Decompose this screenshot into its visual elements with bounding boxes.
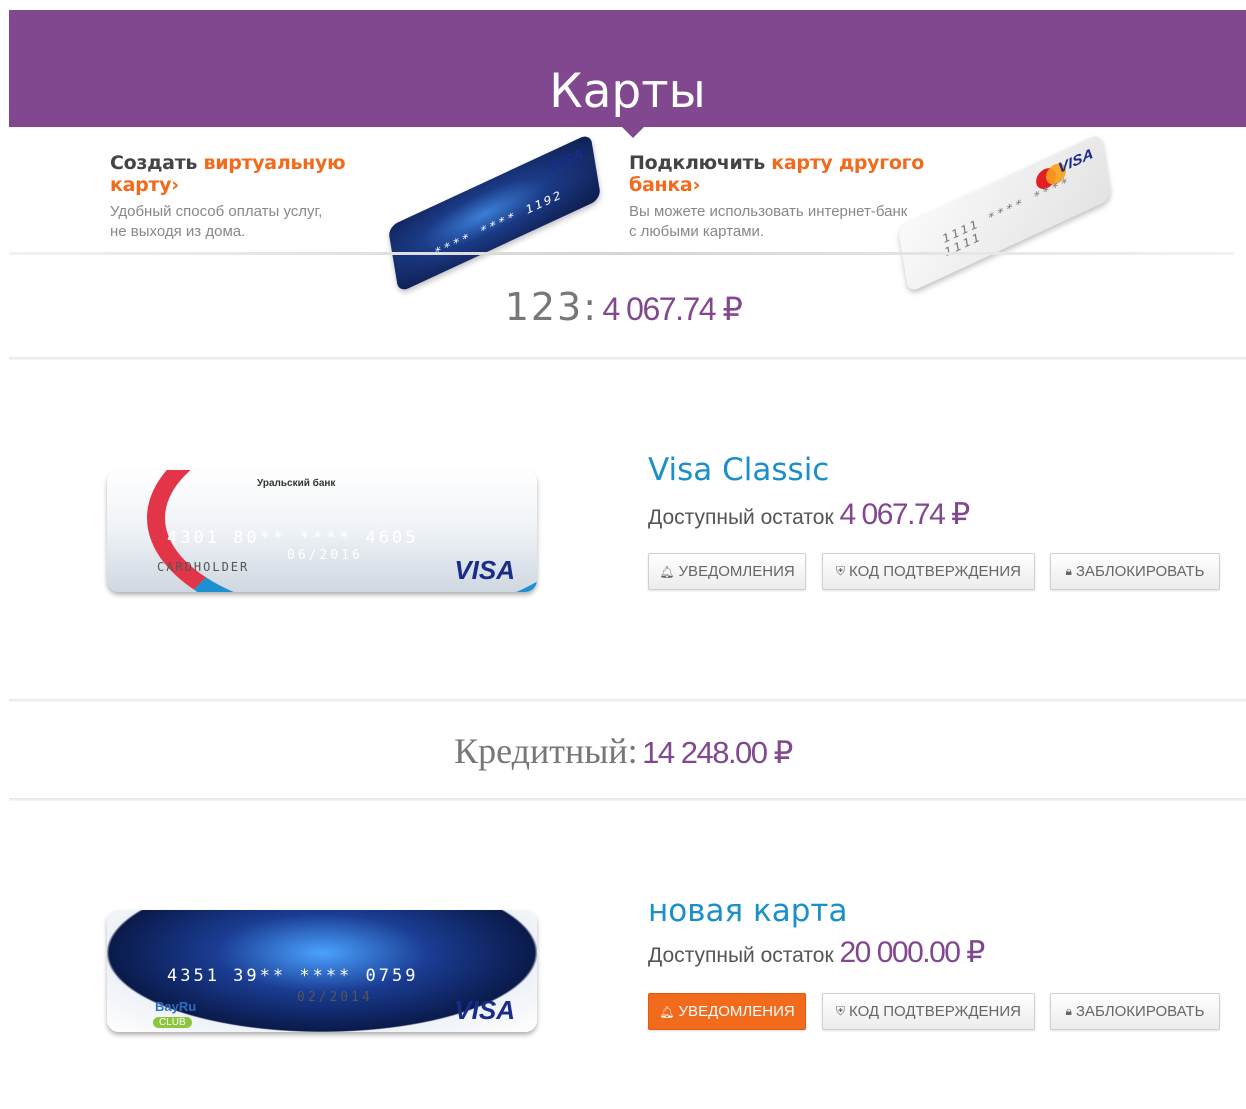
chevron-right-icon: › <box>692 174 700 196</box>
card-name-link[interactable]: новая карта <box>648 893 847 929</box>
card-image[interactable]: 4351 39** **** 0759 02/2014 BayRu CLUB V… <box>107 910 537 1032</box>
lock-icon: 🔒︎ <box>1065 1004 1072 1018</box>
card-expiry: 06/2016 <box>287 548 363 563</box>
other-bank-card-image[interactable]: VISA 1111 **** **** 1111 <box>897 133 1112 293</box>
block-card-button[interactable]: 🔒︎ ЗАБЛОКИРОВАТЬ <box>1050 553 1220 590</box>
balance-amount: 4 067.74 ₽ <box>839 498 971 531</box>
available-balance: Доступный остаток 20 000.00 ₽ <box>648 936 986 969</box>
group-sum: 14 248.00 ₽ <box>642 735 793 770</box>
card-name-link[interactable]: Visa Classic <box>648 452 829 488</box>
confirmation-code-button[interactable]: ⛨ КОД ПОДТВЕРЖДЕНИЯ <box>822 553 1035 590</box>
group-sum: 4 067.74 ₽ <box>602 291 742 327</box>
page-header: Карты <box>9 10 1246 138</box>
bank-logo: Уральский банк <box>257 478 336 489</box>
promo-title[interactable]: Подключить карту другого банка› <box>629 152 929 196</box>
visa-logo: VISA <box>454 555 515 585</box>
chevron-right-icon: › <box>171 174 179 196</box>
promo-description: Удобный способ оплаты услуг, не выходя и… <box>110 203 323 240</box>
divider <box>9 357 1246 360</box>
promo-divider <box>9 252 1234 255</box>
card-image[interactable]: Уральский банк 4301 80** **** 4605 06/20… <box>107 470 537 592</box>
available-balance: Доступный остаток 4 067.74 ₽ <box>648 498 971 531</box>
header-pointer <box>622 127 644 138</box>
card-holder: CARDHOLDER <box>157 560 250 574</box>
group-header: 123: 4 067.74 ₽ <box>0 285 1246 329</box>
shield-icon: ⛨ <box>836 564 846 578</box>
club-badge: CLUB <box>153 1017 192 1028</box>
virtual-card-image[interactable]: VISA **** **** 1192 <box>387 133 602 293</box>
notifications-button[interactable]: 🔔︎ УВЕДОМЛЕНИЯ <box>648 993 806 1030</box>
bayru-logo: BayRu <box>155 999 197 1014</box>
group-name: 123: <box>504 285 599 329</box>
bell-icon: 🔔︎ <box>659 1004 675 1019</box>
confirmation-code-button[interactable]: ⛨ КОД ПОДТВЕРЖДЕНИЯ <box>822 993 1035 1030</box>
balance-amount: 20 000.00 ₽ <box>839 936 986 969</box>
page-title: Карты <box>549 64 706 119</box>
visa-logo: VISA <box>454 995 515 1025</box>
lock-icon: 🔒︎ <box>1065 564 1072 578</box>
block-card-button[interactable]: 🔒︎ ЗАБЛОКИРОВАТЬ <box>1050 993 1220 1030</box>
promo-other-bank-card[interactable]: Подключить карту другого банка› Вы может… <box>629 152 929 252</box>
card-expiry: 02/2014 <box>297 990 373 1005</box>
divider <box>9 699 1246 702</box>
group-header: Кредитный: 14 248.00 ₽ <box>0 730 1246 772</box>
card-number: 4301 80** **** 4605 <box>167 528 419 548</box>
promo-description: Вы можете использовать интернет-банк с л… <box>629 203 908 240</box>
promo-virtual-card[interactable]: Создать виртуальную карту› Удобный спосо… <box>110 152 390 252</box>
divider <box>9 798 1246 801</box>
promo-title[interactable]: Создать виртуальную карту› <box>110 152 390 196</box>
shield-icon: ⛨ <box>836 1004 846 1018</box>
notifications-button[interactable]: 🔔︎ УВЕДОМЛЕНИЯ <box>648 553 806 590</box>
card-number: 4351 39** **** 0759 <box>167 966 419 986</box>
group-name: Кредитный: <box>454 731 638 771</box>
bell-icon: 🔔︎ <box>659 564 675 579</box>
